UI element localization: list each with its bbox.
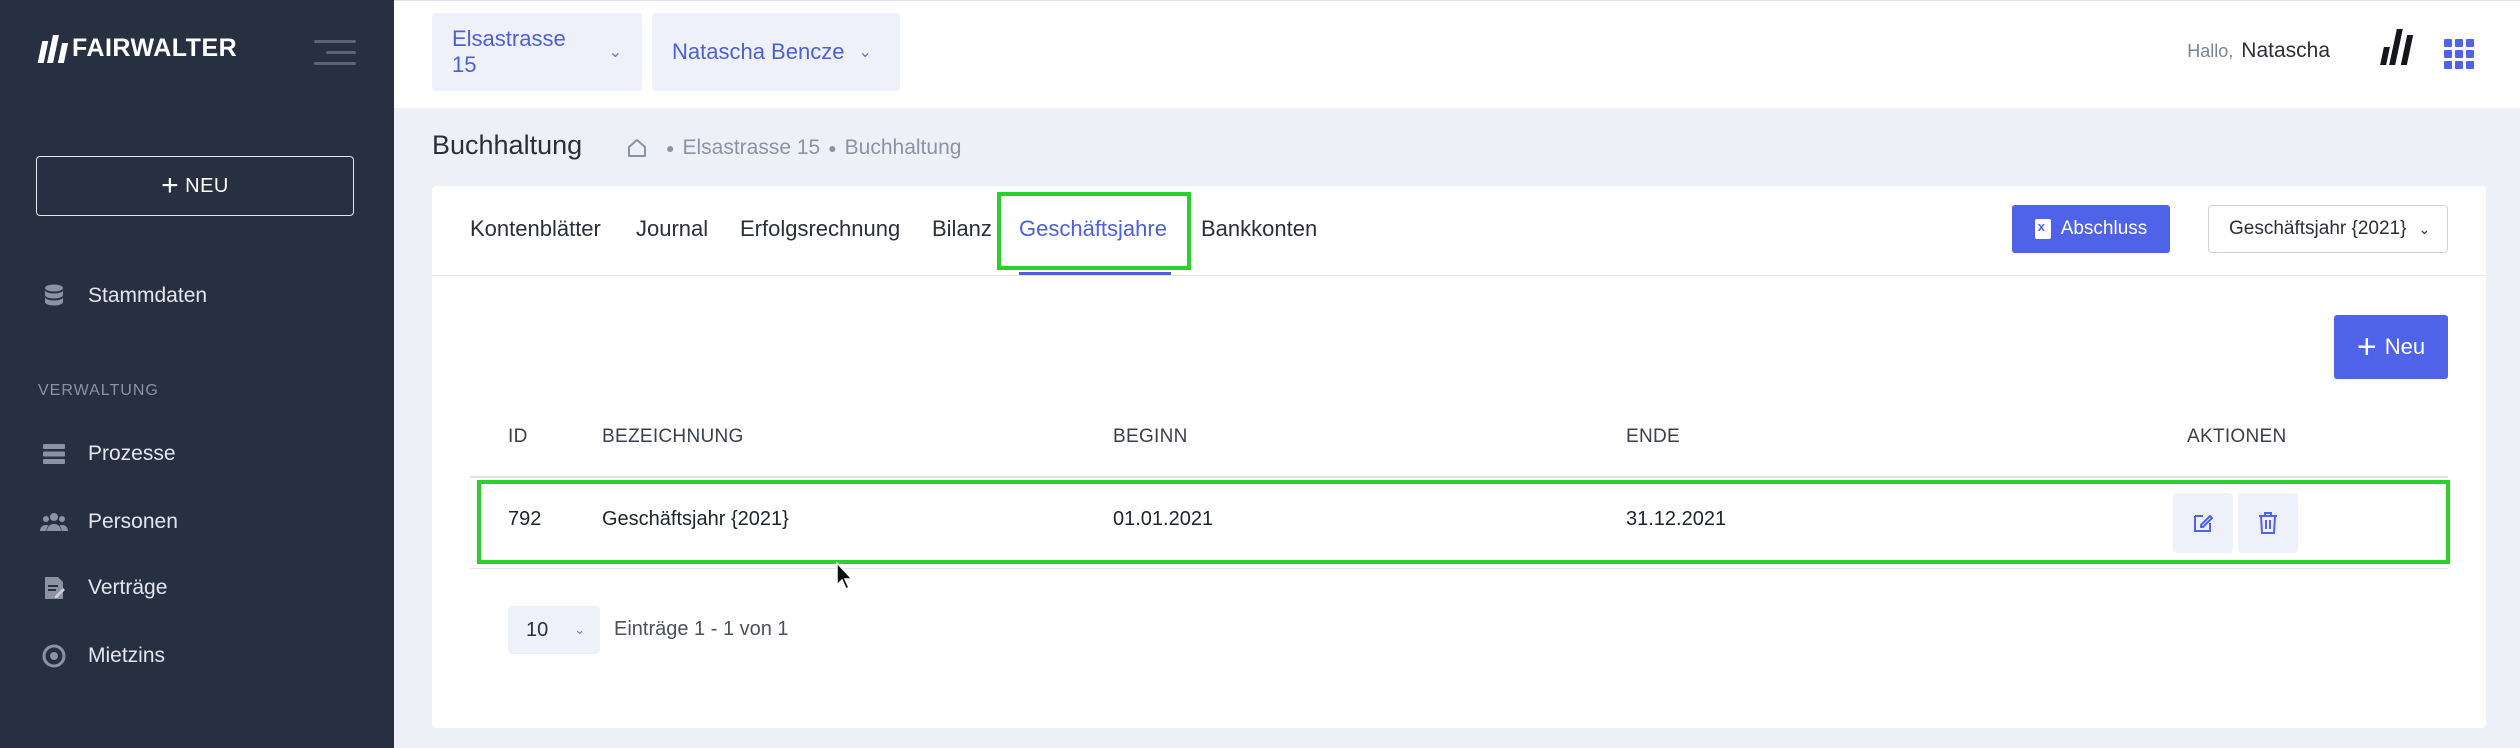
- sidebar-item-label: Mietzins: [88, 644, 166, 667]
- tab-kontenblaetter[interactable]: Kontenblätter: [470, 216, 601, 242]
- apps-grid-icon[interactable]: [2444, 39, 2474, 69]
- tab-erfolgsrechnung[interactable]: Erfolgsrechnung: [740, 216, 900, 242]
- page-size-value: 10: [526, 618, 549, 641]
- greeting-text: Hallo,: [2187, 41, 2234, 61]
- column-header-aktionen: AKTIONEN: [2187, 426, 2287, 447]
- logo-text: FAIRWALTER: [72, 34, 238, 62]
- users-icon: [40, 510, 68, 534]
- sidebar-item-prozesse[interactable]: Prozesse: [40, 442, 176, 466]
- top-header: Elsastrasse 15 ⌄ Natascha Bencze ⌄ Hallo…: [394, 0, 2520, 108]
- plus-icon: +: [2356, 328, 2377, 366]
- column-header-bezeichnung[interactable]: BEZEICHNUNG: [602, 426, 744, 448]
- new-button[interactable]: + NEU: [36, 156, 354, 216]
- fairwalter-logo[interactable]: FAIRWALTER: [37, 34, 238, 63]
- mouse-cursor-icon: [836, 562, 854, 590]
- breadcrumb-separator: ●: [666, 140, 675, 156]
- avatar[interactable]: [2380, 29, 2414, 65]
- chevron-down-icon: ⌄: [2418, 220, 2431, 237]
- person-select[interactable]: Natascha Bencze ⌄: [652, 13, 900, 91]
- entries-info: Einträge 1 - 1 von 1: [614, 618, 789, 640]
- column-header-beginn[interactable]: BEGINN: [1113, 426, 1188, 448]
- breadcrumb: ● Elsastrasse 15 ● Buchhaltung: [626, 136, 961, 160]
- abschluss-label: Abschluss: [2060, 218, 2148, 239]
- tab-bilanz[interactable]: Bilanz: [932, 216, 992, 242]
- sidebar-item-label: Stammdaten: [88, 284, 208, 307]
- year-select-value: Geschäftsjahr {2021}: [2229, 218, 2407, 239]
- person-select-value: Natascha Bencze: [672, 39, 845, 64]
- sidebar-item-label: Prozesse: [88, 442, 176, 465]
- tab-highlight-box: [997, 192, 1191, 270]
- sidebar-item-mietzins[interactable]: Mietzins: [40, 644, 165, 668]
- breadcrumb-item[interactable]: Elsastrasse 15: [682, 136, 820, 160]
- property-select-value: Elsastrasse 15: [452, 26, 566, 77]
- sidebar: FAIRWALTER + NEU Stammdaten VERWALTUNG P…: [0, 0, 394, 748]
- column-header-id[interactable]: ID: [508, 426, 528, 448]
- section-label-verwaltung: VERWALTUNG: [38, 382, 159, 399]
- row-divider: [470, 568, 2448, 569]
- column-header-ende[interactable]: ENDE: [1626, 426, 1680, 448]
- contract-icon: [40, 576, 68, 600]
- content-card: Kontenblätter Journal Erfolgsrechnung Bi…: [432, 186, 2486, 728]
- tab-journal[interactable]: Journal: [636, 216, 708, 242]
- sidebar-item-stammdaten[interactable]: Stammdaten: [40, 284, 207, 308]
- home-icon[interactable]: [626, 137, 648, 159]
- logo-mark-icon: [37, 34, 69, 63]
- abschluss-button[interactable]: Abschluss: [2012, 205, 2170, 253]
- server-icon: [40, 442, 68, 466]
- tab-bar: Kontenblätter Journal Erfolgsrechnung Bi…: [432, 186, 2486, 276]
- sidebar-item-label: Verträge: [88, 576, 168, 599]
- sidebar-item-vertraege[interactable]: Verträge: [40, 576, 167, 600]
- breadcrumb-separator: ●: [828, 140, 837, 156]
- menu-toggle-icon[interactable]: [314, 40, 356, 73]
- tab-bankkonten[interactable]: Bankkonten: [1201, 216, 1317, 242]
- user-name: Natascha: [2241, 39, 2330, 62]
- chevron-down-icon: ⌄: [608, 44, 622, 61]
- page-size-select[interactable]: 10 ⌄: [508, 606, 600, 654]
- active-tab-indicator: [1019, 272, 1171, 275]
- sidebar-item-personen[interactable]: Personen: [40, 510, 178, 534]
- property-select[interactable]: Elsastrasse 15 ⌄: [432, 13, 642, 91]
- year-select[interactable]: Geschäftsjahr {2021} ⌄: [2208, 205, 2448, 253]
- page-title: Buchhaltung: [432, 130, 583, 160]
- table-header-divider: [470, 476, 2448, 478]
- row-highlight-box: [477, 480, 2450, 564]
- chevron-down-icon: ⌄: [858, 44, 872, 61]
- plus-icon: +: [161, 169, 180, 202]
- chevron-down-icon: ⌄: [574, 622, 586, 637]
- coins-icon: [40, 644, 68, 668]
- database-icon: [40, 284, 68, 308]
- add-fiscal-year-button[interactable]: + Neu: [2334, 315, 2448, 379]
- new-button-label: NEU: [185, 174, 229, 197]
- sidebar-item-label: Personen: [88, 510, 178, 533]
- excel-file-icon: [2034, 219, 2051, 239]
- breadcrumb-item[interactable]: Buchhaltung: [845, 136, 962, 160]
- user-greeting[interactable]: Hallo, Natascha: [2187, 39, 2330, 63]
- neu-label: Neu: [2384, 334, 2426, 359]
